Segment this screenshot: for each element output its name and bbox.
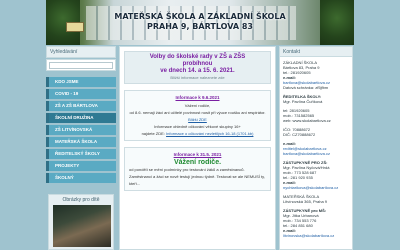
- site-title[interactable]: MATEŘSKÁ ŠKOLA A ZÁKLADNÍ ŠKOLA PRAHA 9,…: [46, 12, 354, 32]
- headline-subtext[interactable]: Bližší informace naleznete zde: [127, 75, 268, 81]
- nav-item-skolne[interactable]: Školný: [46, 173, 116, 183]
- main-navigation: Kdo jsme COVID - 19 ZŠ a ZŠ Bártlova Ško…: [46, 77, 116, 183]
- featured-photo[interactable]: [53, 205, 111, 247]
- site-title-line2: PRAHA 9, BÁRTLOVA 83: [147, 22, 253, 31]
- nav-item-covid[interactable]: COVID - 19: [46, 89, 116, 99]
- search-input[interactable]: [49, 61, 113, 69]
- headline-line1: Volby do školské rady v ZŠ a ZŠS: [149, 54, 246, 60]
- nav-item-kdo-jsme[interactable]: Kdo jsme: [46, 77, 116, 87]
- news-text: Informace ohledně očkování věkové skupin…: [154, 124, 241, 129]
- headline-line2: probíhnou: [182, 61, 213, 67]
- headline-line3: ve dnech 14. a 15. 6. 2021.: [160, 68, 235, 74]
- contact-email-link[interactable]: litvinovska@skolabartlova.cz: [283, 233, 349, 238]
- nav-item-reditelstvi[interactable]: Ředitelský školy: [46, 149, 116, 159]
- nav-item-projekty[interactable]: Projekty: [46, 161, 116, 171]
- news-title[interactable]: Informace k 31.5. 2021: [129, 151, 266, 158]
- photo-box: Obrázky pro dítě: [48, 194, 114, 250]
- site-title-line1: MATEŘSKÁ ŠKOLA A ZÁKLADNÍ ŠKOLA: [114, 12, 286, 21]
- contact-body: ZÁKLADNÍ ŠKOLA Bártlova 83, Praha 9 tel.: …: [280, 57, 352, 241]
- left-sidebar: Vyhledávání Kdo jsme COVID - 19 ZŠ a ZŠ …: [46, 46, 116, 250]
- search-heading: Vyhledávání: [46, 46, 116, 58]
- news-greeting: Vážení rodiče,: [184, 103, 211, 108]
- nav-item-zs-bartlova[interactable]: ZŠ a ZŠ Bártlova: [46, 101, 116, 111]
- contact-heading: Kontakt: [280, 47, 352, 57]
- right-sidebar: Kontakt ZÁKLADNÍ ŠKOLA Bártlova 83, Praha…: [279, 46, 353, 250]
- headline-box: Volby do školské rady v ZŠ a ZŠS probíhn…: [124, 51, 271, 84]
- photo-box-title: Obrázky pro dítě: [62, 197, 100, 203]
- nav-item-materska-skola[interactable]: Mateřská škola: [46, 137, 116, 147]
- main-content: Volby do školské rady v ZŠ a ZŠS probíhn…: [119, 46, 276, 250]
- news-link[interactable]: Informace o očkování nezletilých 16-18 (…: [166, 131, 253, 136]
- news-item: Informace k 9.6.2021 Vážení rodiče, od 8…: [124, 90, 271, 141]
- news-heading: Vážení rodiče.: [173, 159, 222, 166]
- search-box: [46, 59, 116, 71]
- news-text: najdete ZDE:: [141, 131, 165, 136]
- site-header: MATEŘSKÁ ŠKOLA A ZÁKLADNÍ ŠKOLA PRAHA 9,…: [46, 0, 354, 45]
- nav-item-zs-litvinovska[interactable]: ZŠ Litvínovská: [46, 125, 116, 135]
- news-text: od 8.6. nemají žáci ani učitelé povinnos…: [129, 110, 266, 115]
- news-text: od pondělí se mění podmínky pro testován…: [129, 167, 265, 186]
- news-title[interactable]: Informace k 9.6.2021: [127, 94, 268, 101]
- news-item: Informace k 31.5. 2021 Vážení rodiče. od…: [124, 147, 271, 191]
- nav-item-skolni-druzina[interactable]: Školní družina: [46, 113, 116, 123]
- page: MATEŘSKÁ ŠKOLA A ZÁKLADNÍ ŠKOLA PRAHA 9,…: [0, 0, 400, 250]
- news-link[interactable]: Bližší ZDE: [127, 116, 268, 123]
